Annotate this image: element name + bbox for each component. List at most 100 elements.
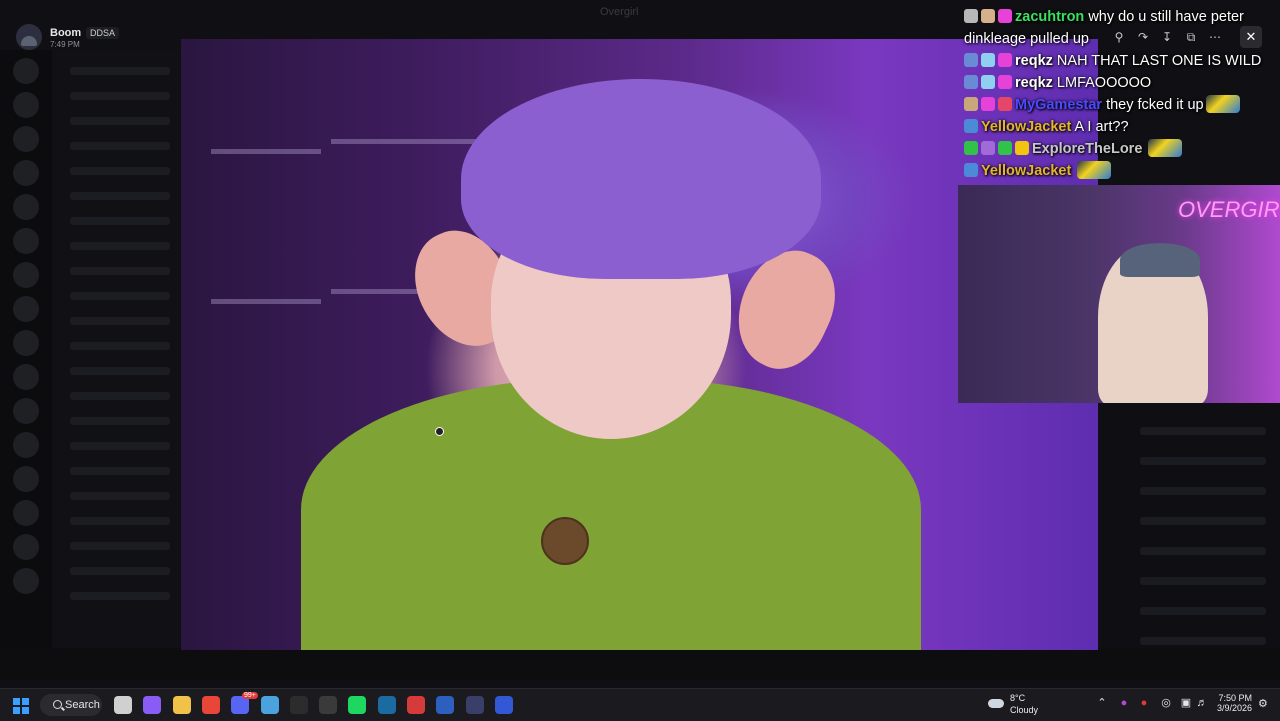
chat-badge-icon xyxy=(998,53,1012,67)
zoom-icon[interactable]: ⚲ xyxy=(1108,26,1130,48)
channel-item[interactable] xyxy=(70,392,170,400)
channel-item[interactable] xyxy=(70,467,170,475)
member-item[interactable] xyxy=(1140,547,1266,555)
copilot-icon[interactable] xyxy=(143,696,161,714)
server-icon[interactable] xyxy=(13,194,39,220)
server-icon[interactable] xyxy=(13,126,39,152)
chat-badge-icon xyxy=(998,97,1012,111)
chat-text: they fcked it up xyxy=(1106,97,1204,113)
channel-item[interactable] xyxy=(70,242,170,250)
server-icon[interactable] xyxy=(13,432,39,458)
server-icon[interactable] xyxy=(13,58,39,84)
channel-item[interactable] xyxy=(70,192,170,200)
channel-item[interactable] xyxy=(70,167,170,175)
member-item[interactable] xyxy=(1140,577,1266,585)
channel-item[interactable] xyxy=(70,292,170,300)
chat-badge-icon xyxy=(964,163,978,177)
channel-item[interactable] xyxy=(70,442,170,450)
windows-start-icon[interactable] xyxy=(13,698,29,714)
avatar xyxy=(16,24,42,50)
member-item[interactable] xyxy=(1140,457,1266,465)
server-icon[interactable] xyxy=(13,466,39,492)
epic-games-icon[interactable] xyxy=(290,696,308,714)
channel-item[interactable] xyxy=(70,217,170,225)
steam-icon[interactable] xyxy=(378,696,396,714)
chat-username[interactable]: reqkz xyxy=(1015,53,1053,69)
streamer-hat xyxy=(461,79,821,279)
member-item[interactable] xyxy=(1140,637,1266,645)
channel-item[interactable] xyxy=(70,342,170,350)
server-icon[interactable] xyxy=(13,228,39,254)
notification-bell-icon[interactable]: ⚙ xyxy=(1258,697,1270,710)
system-clock[interactable]: 7:50 PM 3/9/2026 xyxy=(1212,693,1252,713)
game-app-icon[interactable] xyxy=(407,696,425,714)
chat-emote-icon xyxy=(1077,161,1112,179)
channel-item[interactable] xyxy=(70,92,170,100)
chat-message: ExploreTheLore xyxy=(964,138,1276,160)
chat-username[interactable]: YellowJacket xyxy=(981,163,1071,179)
volume-icon[interactable]: ♬ xyxy=(1196,697,1208,709)
member-item[interactable] xyxy=(1140,487,1266,495)
server-icon[interactable] xyxy=(13,330,39,356)
clock-date: 3/9/2026 xyxy=(1216,703,1252,713)
server-icon[interactable] xyxy=(13,262,39,288)
server-icon[interactable] xyxy=(13,364,39,390)
user-panel xyxy=(0,648,1280,680)
popout-icon[interactable]: ⧉ xyxy=(1180,26,1202,48)
chat-text: A I art?? xyxy=(1074,119,1129,135)
microphone-icon[interactable]: ◎ xyxy=(1160,697,1172,709)
channel-item[interactable] xyxy=(70,117,170,125)
member-item[interactable] xyxy=(1140,517,1266,525)
channel-item[interactable] xyxy=(70,592,170,600)
server-icon[interactable] xyxy=(13,534,39,560)
chat-badge-icon xyxy=(964,53,978,67)
chat-username[interactable]: reqkz xyxy=(1015,75,1053,91)
channel-item[interactable] xyxy=(70,317,170,325)
chat-badge-icon xyxy=(964,97,978,111)
app-tray-icon[interactable]: ● xyxy=(1138,697,1150,709)
file-explorer-icon[interactable] xyxy=(173,696,191,714)
chat-badge-icon xyxy=(998,9,1012,23)
member-item[interactable] xyxy=(1140,607,1266,615)
media-player-icon[interactable] xyxy=(495,696,513,714)
download-icon[interactable]: ↧ xyxy=(1156,26,1178,48)
chrome-icon[interactable] xyxy=(202,696,220,714)
app-g-icon[interactable] xyxy=(319,696,337,714)
app-circle-icon[interactable] xyxy=(466,696,484,714)
channel-item[interactable] xyxy=(70,567,170,575)
channel-item[interactable] xyxy=(70,492,170,500)
server-icon[interactable] xyxy=(13,398,39,424)
channel-item[interactable] xyxy=(70,67,170,75)
server-icon[interactable] xyxy=(13,568,39,594)
member-item[interactable] xyxy=(1140,427,1266,435)
chat-badge-icon xyxy=(964,9,978,23)
channel-item[interactable] xyxy=(70,367,170,375)
chat-username[interactable]: YellowJacket xyxy=(981,119,1071,135)
network-icon[interactable]: ▣ xyxy=(1180,697,1192,709)
channel-item[interactable] xyxy=(70,267,170,275)
channel-item[interactable] xyxy=(70,417,170,425)
chat-username[interactable]: ExploreTheLore xyxy=(1032,141,1142,157)
server-icon[interactable] xyxy=(13,296,39,322)
share-icon[interactable]: ↷ xyxy=(1132,26,1154,48)
channel-item[interactable] xyxy=(70,517,170,525)
notepad-icon[interactable] xyxy=(261,696,279,714)
chat-badge-icon xyxy=(964,75,978,89)
close-icon[interactable]: ✕ xyxy=(1240,26,1262,48)
taskbar-search-button[interactable]: Search xyxy=(40,694,102,716)
more-icon[interactable]: ⋯ xyxy=(1204,26,1226,48)
weather-temp: 8°C xyxy=(1010,693,1026,703)
server-icon[interactable] xyxy=(13,92,39,118)
app-tray-icon[interactable]: ● xyxy=(1118,697,1130,709)
channel-item[interactable] xyxy=(70,142,170,150)
chat-username[interactable]: zacuhtron xyxy=(1015,9,1084,25)
task-view-icon[interactable] xyxy=(114,696,132,714)
chevron-up-icon[interactable]: ⌃ xyxy=(1096,697,1108,709)
channel-item[interactable] xyxy=(70,542,170,550)
server-icon[interactable] xyxy=(13,160,39,186)
chat-badge-icon xyxy=(981,97,995,111)
chat-username[interactable]: MyGamestar xyxy=(1015,97,1102,113)
app-mcf-icon[interactable] xyxy=(436,696,454,714)
spotify-icon[interactable] xyxy=(348,696,366,714)
server-icon[interactable] xyxy=(13,500,39,526)
